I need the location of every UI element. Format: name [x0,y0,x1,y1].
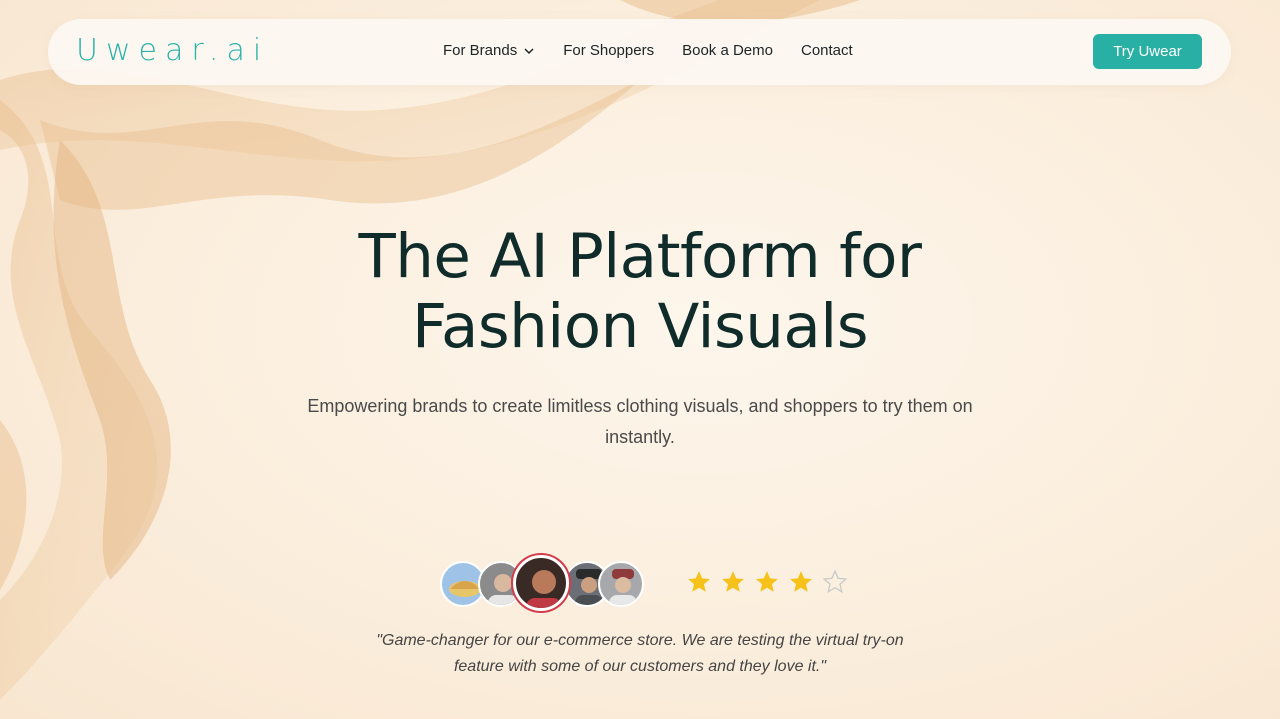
testimonial-quote: "Game-changer for our e-commerce store. … [340,628,940,680]
nav-label-book-demo: Book a Demo [682,42,773,59]
brand-logo[interactable]: Uwear.ai [76,33,269,68]
nav-label-for-shoppers: For Shoppers [563,42,655,59]
chevron-down-icon [524,47,534,54]
try-uwear-button[interactable]: Try Uwear [1093,34,1202,69]
hero-subtitle: Empowering brands to create limitless cl… [307,396,973,447]
quote-line2: feature with some of our customers and t… [453,658,827,675]
rating-stars [686,569,848,595]
nav-item-contact[interactable]: Contact [801,42,853,59]
nav-item-book-demo[interactable]: Book a Demo [682,42,773,59]
main-nav: For Brands For Shoppers Book a Demo Cont… [443,42,853,59]
star-filled-icon [722,571,744,592]
hero-title-line2: Fashion Visuals [411,291,869,362]
star-filled-icon [756,571,778,592]
avatar [513,555,569,611]
nav-item-for-brands[interactable]: For Brands [443,42,535,59]
star-filled-icon [790,571,812,592]
hero-title: The AI Platform for Fashion Visuals [240,222,1040,362]
nav-item-for-shoppers[interactable]: For Shoppers [563,42,654,59]
nav-label-for-brands: For Brands [443,42,518,59]
customer-avatars [440,555,650,613]
hero-title-line1: The AI Platform for [358,221,922,292]
top-navbar: Uwear.ai For Brands For Shoppers Book a … [48,19,1231,85]
avatar [598,561,644,607]
nav-label-contact: Contact [800,42,853,59]
star-filled-icon [688,571,710,592]
star-empty-icon [822,569,848,594]
quote-line1: "Game-changer for our e-commerce store. … [376,632,904,649]
